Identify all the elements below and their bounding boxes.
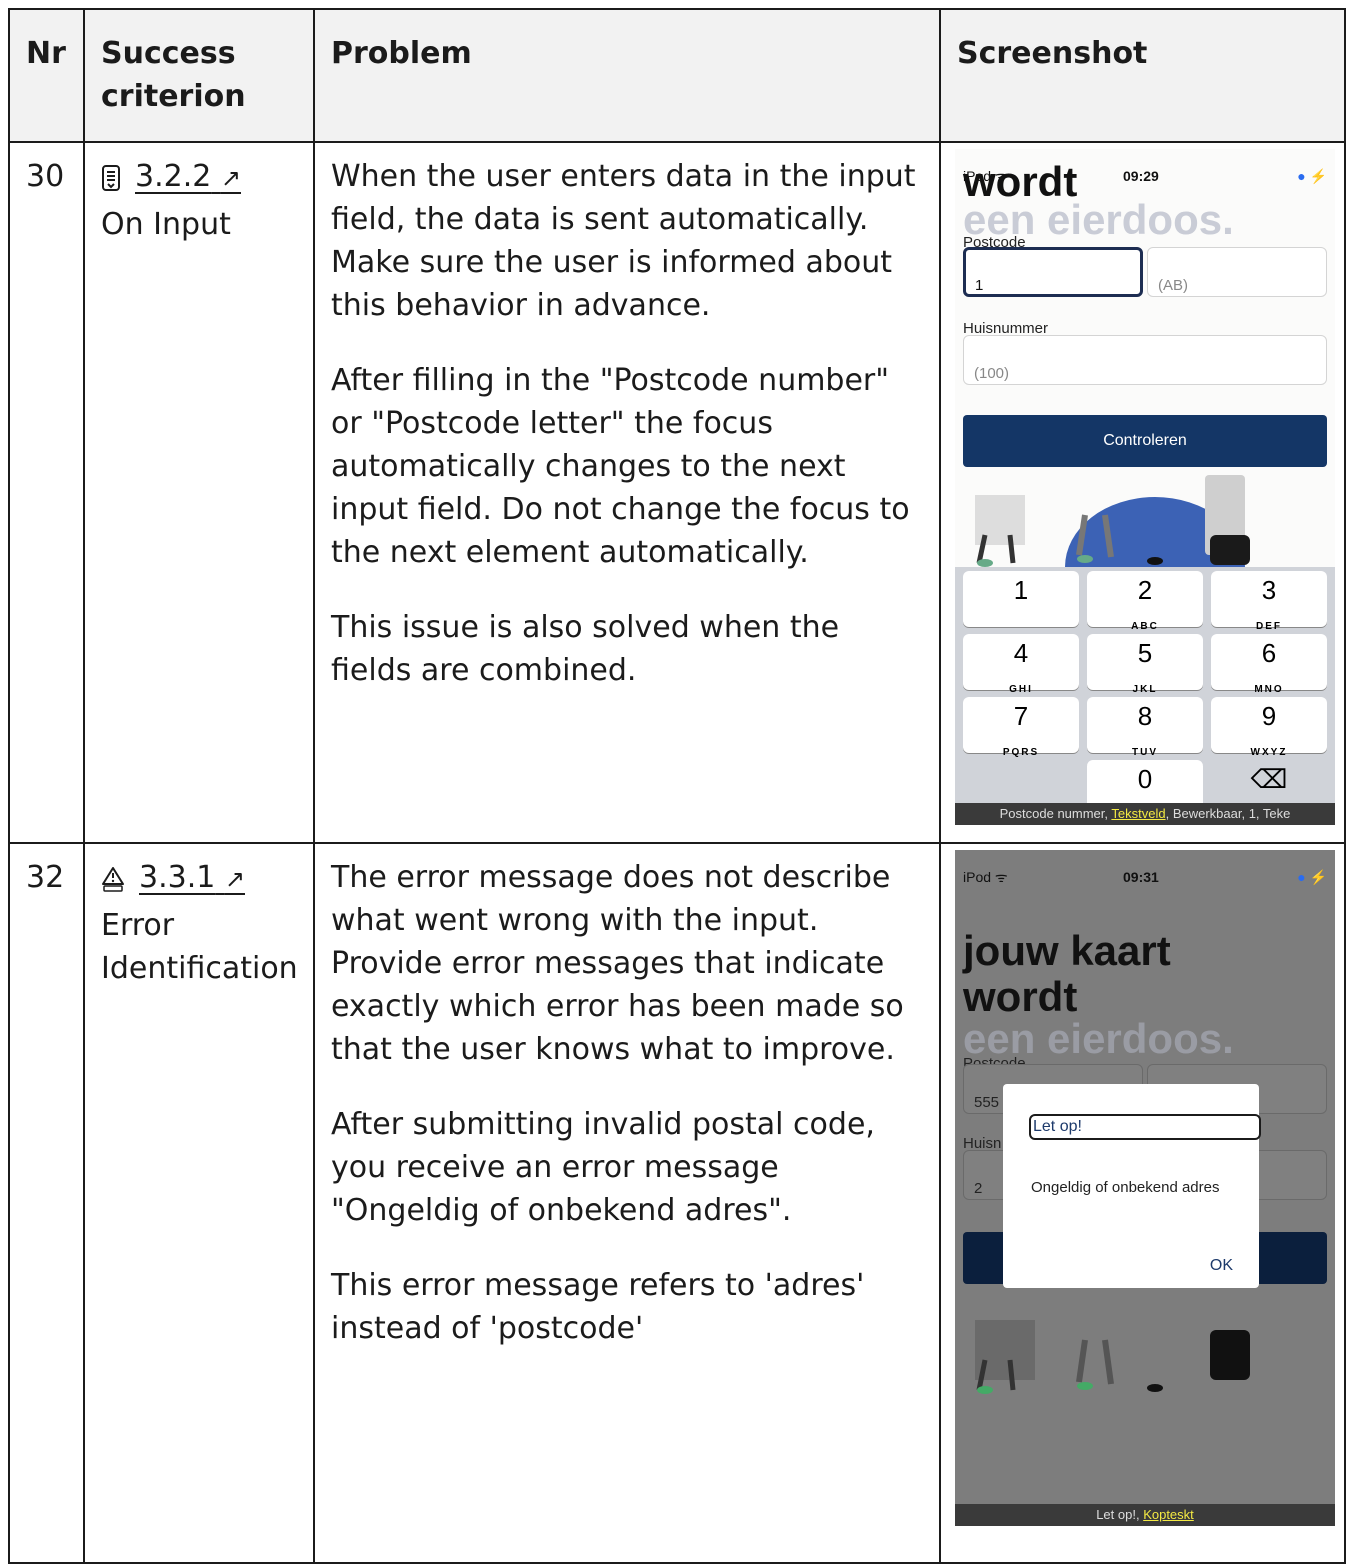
col-header-problem: Problem: [313, 8, 941, 143]
illustration-image: [975, 475, 1250, 567]
battery-icon: ● ⚡: [1297, 168, 1327, 184]
problem-paragraph: The error message does not describe what…: [331, 860, 904, 1067]
page-heading-line1: jouw kaart: [963, 927, 1171, 974]
row-nr: 30: [8, 141, 85, 844]
dialog-title: Let op!: [1029, 1114, 1261, 1140]
key-6[interactable]: 6 MNO: [1211, 634, 1327, 695]
key-8[interactable]: 8 TUV: [1087, 697, 1203, 758]
row-nr: 32: [8, 842, 85, 1564]
problem-paragraph: This error message refers to 'adres' ins…: [331, 1268, 865, 1346]
problem-paragraph: When the user enters data in the input f…: [331, 159, 916, 323]
external-link-icon: ↗: [220, 164, 241, 192]
status-bar: iPod ᯤ 09:31 ● ⚡: [963, 856, 1327, 885]
voiceover-caption: Postcode nummer, Tekstveld, Bewerkbaar, …: [955, 803, 1335, 825]
phone-screenshot-error: iPod ᯤ 09:31 ● ⚡ jouw kaart wordt een ei…: [955, 850, 1335, 1526]
key-3[interactable]: 3 DEF: [1211, 571, 1327, 632]
key-7[interactable]: 7 PQRS: [963, 697, 1079, 758]
criterion-name: Error Identification: [101, 907, 298, 986]
dialog-ok-button[interactable]: OK: [1210, 1244, 1233, 1287]
col-header-nr: Nr: [8, 8, 85, 143]
problem-paragraph: After filling in the "Postcode number" o…: [331, 363, 910, 570]
phone-screenshot-on-input: iPod ᯤ 09:29 ● ⚡ wordt een eierdoos. Pos…: [955, 149, 1335, 825]
criterion-name: On Input: [101, 206, 231, 242]
key-2[interactable]: 2 ABC: [1087, 571, 1203, 632]
key-1[interactable]: 1: [963, 571, 1079, 627]
key-4[interactable]: 4 GHI: [963, 634, 1079, 695]
postcode-number-input[interactable]: 1: [963, 247, 1143, 297]
numeric-keypad: 1 2 ABC 3 DEF 4 GHI 5 JKL 6 MNO 7 PQRS 8 TUV 9W…: [955, 567, 1335, 825]
document-icon: [102, 164, 120, 191]
problem-cell: When the user enters data in the input f…: [313, 141, 941, 844]
controleren-button[interactable]: Controleren: [963, 415, 1327, 467]
dialog-message: Ongeldig of onbekend adres: [1031, 1179, 1220, 1196]
battery-icon: ● ⚡: [1297, 869, 1327, 885]
postcode-letters-input[interactable]: (AB): [1147, 247, 1327, 297]
problem-cell: The error message does not describe what…: [313, 842, 941, 1564]
error-dialog: Let op! Ongeldig of onbekend adres OK: [1003, 1084, 1261, 1288]
table-row: 30 3.2.2 ↗ On Input When the user enters…: [8, 141, 1346, 844]
key-5[interactable]: 5 JKL: [1087, 634, 1203, 695]
col-header-criterion: Success criterion: [83, 8, 315, 143]
house-number-input[interactable]: (100): [963, 335, 1327, 385]
screenshot-cell: iPod ᯤ 09:31 ● ⚡ jouw kaart wordt een ei…: [939, 842, 1346, 1564]
issues-table: Nr Success criterion Problem Screenshot …: [8, 8, 1346, 1564]
problem-paragraph: After submitting invalid postal code, yo…: [331, 1107, 875, 1228]
problem-paragraph: This issue is also solved when the field…: [331, 610, 840, 688]
key-9[interactable]: 9 WXYZ: [1211, 697, 1327, 758]
screenshot-cell: iPod ᯤ 09:29 ● ⚡ wordt een eierdoos. Pos…: [939, 141, 1346, 844]
table-row: 32 3.3.1 ↗ Error Identification The erro…: [8, 842, 1346, 1564]
col-header-screenshot: Screenshot: [939, 8, 1346, 143]
criterion-cell: 3.2.2 ↗ On Input: [83, 141, 315, 844]
warning-icon: [102, 866, 124, 892]
illustration-image: [975, 1320, 1250, 1394]
external-link-icon: ↗: [224, 865, 245, 893]
criterion-cell: 3.3.1 ↗ Error Identification: [83, 842, 315, 1564]
page-heading-line2: wordt: [963, 973, 1078, 1020]
criterion-link-322[interactable]: 3.2.2 ↗: [135, 155, 241, 200]
criterion-link-331[interactable]: 3.3.1 ↗: [139, 856, 245, 901]
voiceover-caption: Let op!, Kopteskt: [955, 1504, 1335, 1526]
header-row: Nr Success criterion Problem Screenshot: [8, 8, 1346, 143]
